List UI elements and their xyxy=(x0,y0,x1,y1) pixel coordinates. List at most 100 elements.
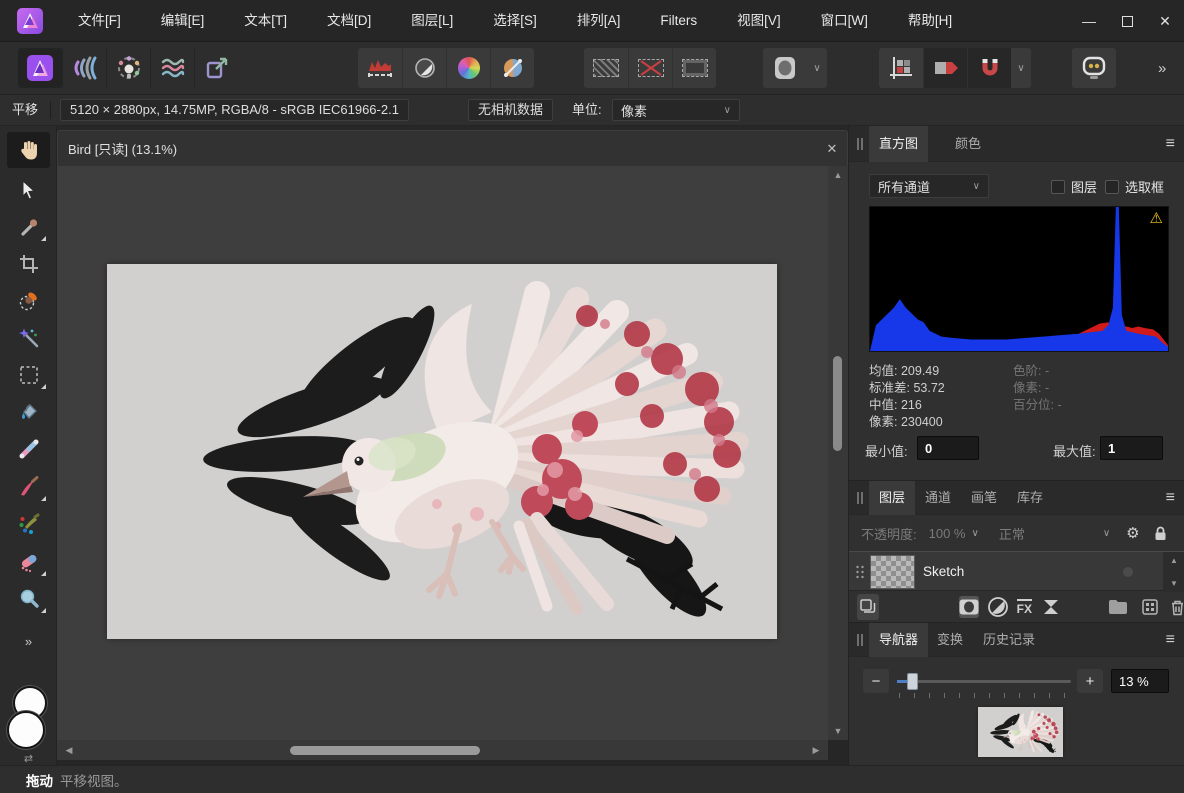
vertical-scrollbar[interactable]: ▲ ▼ xyxy=(828,166,848,740)
live-filter-button[interactable] xyxy=(1042,598,1060,616)
group-layers-button[interactable] xyxy=(1108,599,1128,615)
deselect-button[interactable] xyxy=(628,48,672,88)
panel-drag-handle[interactable] xyxy=(857,492,865,504)
eraser-tool[interactable] xyxy=(7,544,50,580)
tab-navigator[interactable]: 导航器 xyxy=(869,623,928,657)
scroll-down-button[interactable]: ▼ xyxy=(1164,579,1184,588)
tab-stock[interactable]: 库存 xyxy=(1007,481,1053,515)
scroll-right-button[interactable]: ▶ xyxy=(806,745,826,756)
horizontal-scrollbar[interactable]: ◀ ▶ xyxy=(57,740,828,760)
tab-close-button[interactable]: ✕ xyxy=(817,141,847,157)
document-tab[interactable]: Bird [只读] (13.1%) ✕ xyxy=(57,130,848,166)
scroll-up-button[interactable]: ▲ xyxy=(1164,556,1184,565)
auto-colour-button[interactable] xyxy=(446,48,490,88)
menu-arrange[interactable]: 排列[A] xyxy=(557,0,641,42)
delete-layer-button[interactable] xyxy=(1170,599,1184,616)
snapping-dropdown[interactable]: ∨ xyxy=(1011,48,1031,88)
panel-drag-handle[interactable] xyxy=(857,138,865,150)
zoom-slider-thumb[interactable] xyxy=(907,673,918,690)
scroll-up-button[interactable]: ▲ xyxy=(828,170,848,180)
flood-select-tool[interactable] xyxy=(7,320,50,356)
quick-mask-button[interactable] xyxy=(763,48,807,88)
export-persona-button[interactable] xyxy=(194,48,238,88)
menu-file[interactable]: 文件[F] xyxy=(58,0,141,42)
menu-view[interactable]: 视图[V] xyxy=(717,0,801,42)
move-whole-pixels-button[interactable] xyxy=(923,48,967,88)
layer-visibility-dot[interactable] xyxy=(1123,567,1133,577)
assistant-button[interactable] xyxy=(1072,48,1116,88)
unit-select[interactable]: 像素 ∨ xyxy=(612,99,740,121)
fill-colour-well[interactable] xyxy=(7,711,45,749)
auto-contrast-button[interactable] xyxy=(402,48,446,88)
close-button[interactable]: ✕ xyxy=(1146,0,1184,42)
pixel-alignment-button[interactable] xyxy=(879,48,923,88)
layer-row[interactable]: Sketch ▲ ▼ xyxy=(849,551,1184,591)
panel-menu-icon[interactable]: ≡ xyxy=(1166,481,1175,515)
mask-layer-button[interactable] xyxy=(959,596,979,618)
develop-persona-button[interactable] xyxy=(62,48,106,88)
maximize-button[interactable] xyxy=(1108,0,1146,42)
document-canvas[interactable] xyxy=(107,264,777,639)
flood-fill-tool[interactable] xyxy=(7,394,50,430)
more-tools-button[interactable]: » xyxy=(0,634,57,649)
colour-picker-tool[interactable] xyxy=(7,209,50,245)
move-tool[interactable] xyxy=(7,172,50,208)
layer-checkbox[interactable] xyxy=(1051,180,1065,194)
chevron-down-icon[interactable]: ∨ xyxy=(972,528,979,539)
scroll-left-button[interactable]: ◀ xyxy=(59,745,79,756)
minimize-button[interactable]: — xyxy=(1070,0,1108,42)
menu-window[interactable]: 窗口[W] xyxy=(801,0,888,42)
menu-layer[interactable]: 图层[L] xyxy=(391,0,473,42)
invert-selection-button[interactable] xyxy=(672,48,716,88)
auto-levels-button[interactable] xyxy=(358,48,402,88)
tab-history[interactable]: 历史记录 xyxy=(973,623,1045,657)
layer-effects-button[interactable]: FX xyxy=(1017,599,1032,616)
tab-layers[interactable]: 图层 xyxy=(869,481,915,515)
paint-brush-tool[interactable] xyxy=(7,469,50,505)
swap-colours-button[interactable]: ⇄ xyxy=(0,752,57,765)
snapping-button[interactable] xyxy=(967,48,1011,88)
max-value-input[interactable] xyxy=(1100,436,1163,460)
tab-histogram[interactable]: 直方图 xyxy=(869,126,928,162)
select-all-button[interactable] xyxy=(584,48,628,88)
photo-persona-button[interactable] xyxy=(18,48,62,88)
menu-select[interactable]: 选择[S] xyxy=(473,0,557,42)
min-value-input[interactable] xyxy=(917,436,979,460)
tone-mapping-persona-button[interactable] xyxy=(106,48,150,88)
layer-thumbnail[interactable] xyxy=(870,555,915,589)
chevron-down-icon[interactable]: ∨ xyxy=(1103,528,1110,539)
zoom-out-button[interactable]: − xyxy=(863,669,889,693)
vertical-scroll-thumb[interactable] xyxy=(833,356,842,451)
zoom-slider-track[interactable] xyxy=(897,680,1071,683)
menu-help[interactable]: 帮助[H] xyxy=(888,0,972,42)
duplicate-layer-button[interactable] xyxy=(857,594,879,620)
tab-channels[interactable]: 通道 xyxy=(915,481,961,515)
zoom-in-button[interactable]: + xyxy=(1077,669,1103,693)
blur-tool[interactable] xyxy=(7,581,50,617)
tab-brushes[interactable]: 画笔 xyxy=(961,481,1007,515)
marquee-select-tool[interactable] xyxy=(7,357,50,393)
marquee-checkbox[interactable] xyxy=(1105,180,1119,194)
opacity-value[interactable]: 100 % xyxy=(929,526,966,541)
zoom-value-input[interactable] xyxy=(1111,669,1169,693)
menu-edit[interactable]: 编辑[E] xyxy=(141,0,225,42)
liquify-persona-button[interactable] xyxy=(150,48,194,88)
panel-menu-icon[interactable]: ≡ xyxy=(1166,126,1175,162)
adjustment-layer-button[interactable] xyxy=(987,596,1009,618)
gradient-tool[interactable] xyxy=(7,431,50,467)
lock-icon[interactable] xyxy=(1154,526,1167,541)
horizontal-scroll-thumb[interactable] xyxy=(290,746,480,755)
toolbar-overflow-button[interactable]: » xyxy=(1158,60,1166,77)
menu-filters[interactable]: Filters xyxy=(640,0,717,42)
crop-tool[interactable] xyxy=(7,246,50,282)
selection-brush-tool[interactable] xyxy=(7,283,50,319)
auto-white-balance-button[interactable] xyxy=(490,48,534,88)
colour-replacement-brush-tool[interactable] xyxy=(7,506,50,542)
channel-select[interactable]: 所有通道 ∨ xyxy=(869,174,989,198)
blend-mode-value[interactable]: 正常 xyxy=(999,524,1025,543)
menu-text[interactable]: 文本[T] xyxy=(224,0,307,42)
gear-icon[interactable]: ⚙ xyxy=(1126,524,1139,542)
tab-transform[interactable]: 变换 xyxy=(927,623,973,657)
scroll-down-button[interactable]: ▼ xyxy=(828,726,848,736)
menu-document[interactable]: 文档[D] xyxy=(307,0,391,42)
